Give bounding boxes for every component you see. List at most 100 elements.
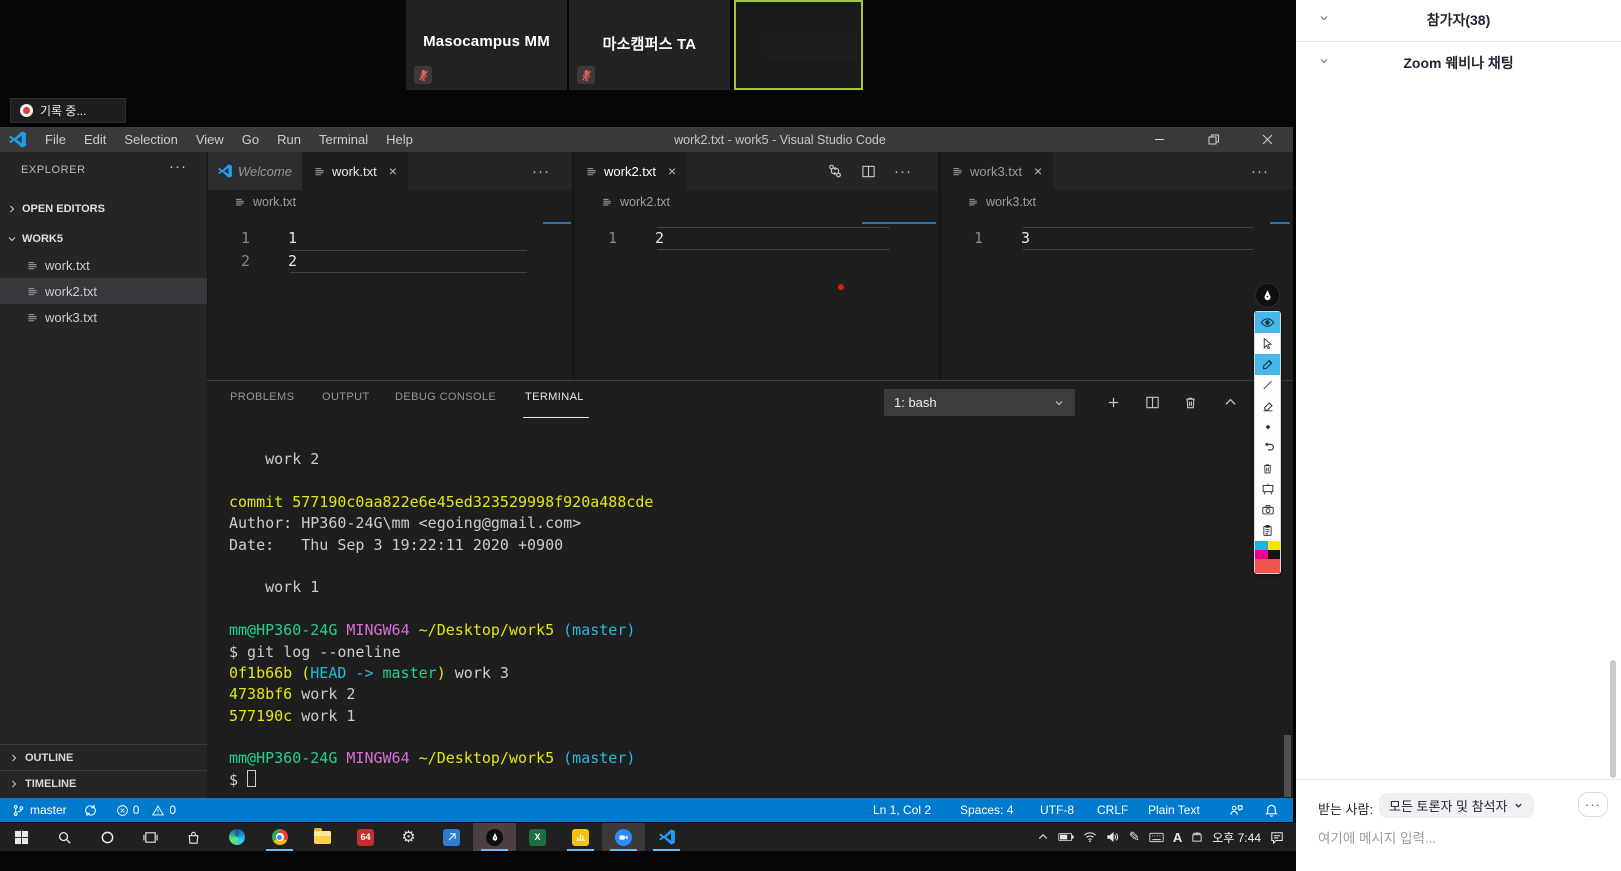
git-branch-icon[interactable]: master — [12, 803, 67, 817]
outline-section[interactable]: OUTLINE — [0, 744, 207, 770]
editor-content[interactable]: 1 1 2 2 — [208, 214, 572, 380]
editor-content[interactable]: 1 2 — [575, 214, 938, 380]
tab-problems[interactable]: PROBLEMS — [230, 391, 294, 403]
menu-file[interactable]: File — [36, 127, 75, 152]
breadcrumb[interactable]: work3.txt — [941, 190, 1293, 214]
menu-edit[interactable]: Edit — [75, 127, 115, 152]
highlighter-tool-icon[interactable] — [1255, 354, 1280, 375]
epic-pen-launcher[interactable] — [1255, 283, 1280, 308]
menu-view[interactable]: View — [187, 127, 233, 152]
chat-message-input[interactable]: 여기에 메시지 입력... — [1318, 827, 1436, 847]
close-tab-icon[interactable]: × — [668, 163, 676, 179]
action-center-icon[interactable] — [1270, 831, 1284, 844]
eye-tool-icon[interactable] — [1255, 312, 1280, 333]
notifications-bell-icon[interactable] — [1264, 798, 1279, 822]
volume-icon[interactable] — [1106, 831, 1120, 843]
menu-help[interactable]: Help — [377, 127, 422, 152]
task-view-icon[interactable] — [129, 823, 172, 851]
clear-trash-icon[interactable] — [1255, 458, 1280, 479]
eol-sequence[interactable]: CRLF — [1097, 798, 1128, 822]
vscode-taskbar-icon[interactable] — [645, 823, 688, 851]
breadcrumb[interactable]: work2.txt — [575, 190, 938, 214]
file-item-work3-txt[interactable]: work3.txt — [0, 304, 207, 330]
active-color-swatch[interactable] — [1255, 559, 1280, 573]
taskbar-clock[interactable]: 오후 7:44 — [1212, 829, 1261, 846]
menu-run[interactable]: Run — [268, 127, 310, 152]
indentation[interactable]: Spaces: 4 — [960, 798, 1013, 822]
chart-app-icon[interactable] — [559, 823, 602, 851]
restore-button[interactable] — [1190, 127, 1236, 152]
microsoft-store-icon[interactable] — [172, 823, 215, 851]
epic-pen-taskbar-icon[interactable] — [473, 823, 516, 851]
open-changes-icon[interactable] — [827, 163, 843, 179]
terminal-output[interactable]: work 2 commit 577190c0aa822e6e45ed323529… — [229, 449, 653, 791]
zoom-app-icon[interactable] — [602, 823, 645, 851]
color-palette[interactable] — [1255, 541, 1280, 559]
cursor-position[interactable]: Ln 1, Col 2 — [873, 798, 931, 822]
file-item-work2-txt[interactable]: work2.txt — [0, 278, 207, 304]
edge-icon[interactable] — [215, 823, 258, 851]
settings-gear-icon[interactable]: ⚙ — [387, 823, 430, 851]
size-dot-icon[interactable] — [1255, 416, 1280, 437]
chrome-icon[interactable] — [258, 823, 301, 851]
close-button[interactable] — [1244, 127, 1290, 152]
shell-selector[interactable]: 1: bash — [884, 389, 1075, 416]
timeline-section[interactable]: TIMELINE — [0, 770, 207, 796]
wifi-icon[interactable] — [1083, 831, 1097, 843]
menu-terminal[interactable]: Terminal — [310, 127, 377, 152]
cortana-icon[interactable] — [86, 823, 129, 851]
explorer-more-actions[interactable]: ··· — [169, 158, 187, 175]
search-icon[interactable] — [43, 823, 86, 851]
whiteboard-tool-icon[interactable] — [1255, 479, 1280, 500]
hidden-icons-chevron[interactable] — [1037, 831, 1049, 843]
tab-work3-txt[interactable]: work3.txt × — [941, 152, 1053, 190]
more-actions-icon[interactable]: ··· — [894, 163, 912, 180]
feedback-icon[interactable] — [1228, 798, 1244, 822]
start-button[interactable] — [0, 823, 43, 851]
tab-work-txt[interactable]: work.txt × — [303, 152, 408, 190]
more-actions-icon[interactable]: ··· — [532, 163, 550, 180]
snip-tool-icon[interactable] — [430, 823, 473, 851]
terminal-scrollbar[interactable] — [1284, 735, 1291, 797]
menu-selection[interactable]: Selection — [115, 127, 186, 152]
open-editors-section[interactable]: OPEN EDITORS — [0, 197, 207, 220]
chat-header[interactable]: Zoom 웨비나 채팅 — [1296, 53, 1621, 73]
file-item-work-txt[interactable]: work.txt — [0, 252, 207, 278]
pen-tool-icon[interactable] — [1255, 375, 1280, 396]
tab-output[interactable]: OUTPUT — [322, 391, 370, 403]
battery-icon[interactable] — [1058, 832, 1074, 842]
pen-input-icon[interactable]: ✎ — [1129, 829, 1140, 845]
kill-terminal-icon[interactable] — [1180, 392, 1200, 412]
chat-more-button[interactable]: ··· — [1578, 792, 1608, 817]
language-mode[interactable]: Plain Text — [1148, 798, 1200, 822]
undo-icon[interactable] — [1255, 437, 1280, 458]
ime-toolbar-icon[interactable] — [1191, 831, 1203, 843]
close-tab-icon[interactable]: × — [1034, 163, 1042, 179]
warnings-indicator[interactable]: 0 — [151, 803, 176, 817]
sync-icon[interactable] — [83, 803, 98, 818]
close-tab-icon[interactable]: × — [389, 163, 397, 179]
minimize-button[interactable] — [1136, 127, 1182, 152]
ime-language-indicator[interactable]: A — [1173, 830, 1182, 845]
send-to-dropdown[interactable]: 모든 토론자 및 참석자 — [1379, 793, 1534, 818]
encoding[interactable]: UTF-8 — [1040, 798, 1074, 822]
more-actions-icon[interactable]: ··· — [1251, 163, 1269, 180]
video-tile-active-speaker[interactable] — [734, 0, 863, 90]
eraser-tool-icon[interactable] — [1255, 395, 1280, 416]
participants-header[interactable]: 참가자(38) — [1296, 10, 1621, 30]
editor-content[interactable]: 1 3 — [941, 214, 1293, 380]
screenshot-camera-icon[interactable] — [1255, 500, 1280, 521]
errors-indicator[interactable]: 0 — [116, 803, 140, 817]
excel-icon[interactable]: X — [516, 823, 559, 851]
menu-go[interactable]: Go — [233, 127, 268, 152]
chat-scrollbar[interactable] — [1610, 660, 1616, 778]
new-terminal-icon[interactable] — [1103, 392, 1123, 412]
tab-work2-txt[interactable]: work2.txt × — [575, 152, 687, 190]
split-editor-icon[interactable] — [861, 164, 876, 179]
video-tile-1[interactable]: Masocampus MM — [406, 0, 567, 90]
folder-section-work5[interactable]: WORK5 — [0, 227, 207, 250]
touch-keyboard-icon[interactable] — [1149, 832, 1164, 843]
video-tile-2[interactable]: 마소캠퍼스 TA — [569, 0, 730, 90]
maximize-panel-icon[interactable] — [1220, 392, 1240, 412]
tab-welcome[interactable]: Welcome — [208, 152, 303, 190]
